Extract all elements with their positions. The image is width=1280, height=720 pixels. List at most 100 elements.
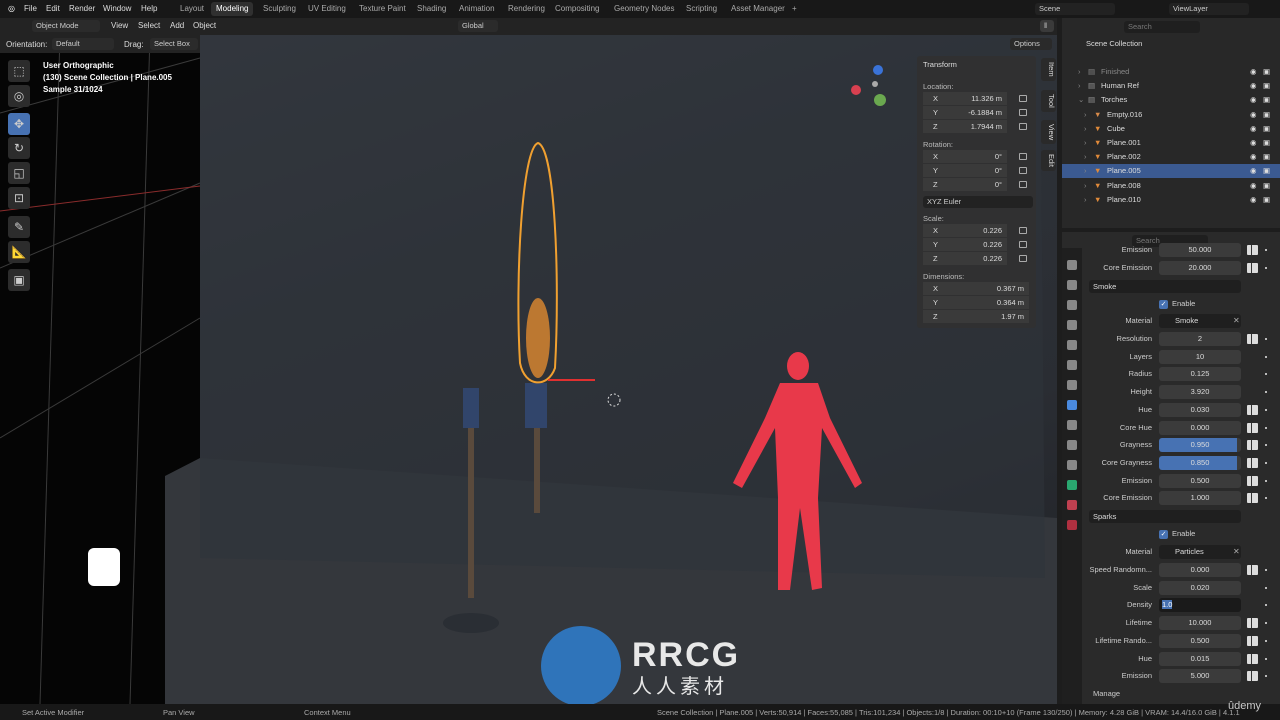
property-value-field[interactable]: 0.000 (1159, 420, 1241, 435)
expand-chevron-icon[interactable]: › (1084, 122, 1087, 136)
menu-select[interactable]: Select (138, 21, 160, 30)
animate-dot-icon[interactable] (1265, 461, 1267, 464)
outliner-item-plane-002[interactable]: › ▼ Plane.002 ◉ ▣ (1062, 150, 1280, 164)
scale-x-field[interactable]: X 0.226 (923, 224, 1007, 237)
view-layer-selector[interactable]: ViewLayer (1169, 3, 1249, 15)
animate-dot-icon[interactable] (1265, 604, 1267, 607)
tab-layout[interactable]: Layout (175, 2, 209, 16)
property-value-field[interactable]: 20.000 (1159, 261, 1241, 275)
outliner-item-torches[interactable]: ⌄ ▤ Torches ◉ ▣ (1062, 93, 1280, 107)
render-camera-icon[interactable]: ▣ (1263, 136, 1270, 150)
property-value-field[interactable]: 0.015 (1159, 651, 1241, 666)
scale-tool[interactable]: ◱ (8, 162, 30, 184)
expand-chevron-icon[interactable]: › (1084, 193, 1087, 207)
rotation-mode-dropdown[interactable]: XYZ Euler (923, 196, 1033, 208)
tab-sculpting[interactable]: Sculpting (258, 2, 301, 16)
rotate-tool[interactable]: ↻ (8, 137, 30, 159)
add-workspace-button[interactable]: + (787, 2, 802, 16)
expand-chevron-icon[interactable]: › (1078, 65, 1081, 79)
animate-dot-icon[interactable] (1265, 426, 1267, 429)
tab-uv-editing[interactable]: UV Editing (303, 2, 351, 16)
keyframe-icon[interactable] (1247, 334, 1258, 344)
keyframe-icon[interactable] (1247, 618, 1258, 629)
property-value-field[interactable]: 0.500 (1159, 473, 1241, 488)
animate-dot-icon[interactable] (1265, 249, 1267, 251)
checkbox-checked-icon[interactable]: ✓ (1159, 530, 1168, 539)
tab-particles-icon[interactable] (1067, 420, 1077, 430)
tab-tool[interactable]: Tool (1041, 90, 1056, 112)
tab-rendering[interactable]: Rendering (503, 2, 550, 16)
animate-dot-icon[interactable] (1265, 391, 1267, 394)
dimensions-y-field[interactable]: Y 0.364 m (923, 296, 1029, 309)
properties-tabs[interactable] (1062, 248, 1082, 704)
options-button[interactable]: Options (1010, 38, 1052, 50)
keyframe-icon[interactable] (1247, 263, 1258, 273)
material-selector[interactable]: Smoke (1159, 314, 1241, 328)
render-camera-icon[interactable]: ▣ (1263, 122, 1270, 136)
tab-object-icon[interactable] (1067, 380, 1077, 390)
keyframe-icon[interactable] (1247, 635, 1258, 646)
keyframe-icon[interactable] (1247, 493, 1258, 504)
animate-dot-icon[interactable] (1265, 586, 1267, 589)
animate-dot-icon[interactable] (1265, 622, 1267, 625)
outliner-item-plane-008[interactable]: › ▼ Plane.008 ◉ ▣ (1062, 179, 1280, 193)
menu-object[interactable]: Object (193, 21, 216, 30)
measure-tool[interactable]: 📐 (8, 241, 30, 263)
property-value-field[interactable]: 0.950 (1159, 438, 1241, 453)
clear-material-icon[interactable]: ✕ (1233, 316, 1240, 325)
property-value-field[interactable]: 1.0 (1159, 598, 1241, 613)
menu-render[interactable]: Render (69, 4, 95, 13)
lock-icon[interactable] (1019, 109, 1027, 116)
visibility-eye-icon[interactable]: ◉ (1250, 65, 1257, 79)
menu-edit[interactable]: Edit (46, 4, 60, 13)
outliner-item-finished[interactable]: › ▤ Finished ◉ ▣ (1062, 65, 1280, 79)
tab-shading[interactable]: Shading (412, 2, 451, 16)
tab-geometry-nodes[interactable]: Geometry Nodes (609, 2, 679, 16)
tab-data-icon[interactable] (1067, 480, 1077, 490)
tab-scene-icon[interactable] (1067, 340, 1077, 350)
tab-modeling[interactable]: Modeling (211, 2, 254, 16)
keyframe-icon[interactable] (1247, 457, 1258, 468)
render-camera-icon[interactable]: ▣ (1263, 108, 1270, 122)
move-tool[interactable]: ✥ (8, 113, 30, 135)
rotation-x-field[interactable]: X 0° (923, 150, 1007, 163)
tab-render-icon[interactable] (1067, 280, 1077, 290)
property-value-field[interactable]: 10 (1159, 349, 1241, 364)
visibility-eye-icon[interactable]: ◉ (1250, 150, 1257, 164)
3d-viewport[interactable]: Object Mode View Select Add Object Globa… (0, 18, 1057, 704)
location-x-field[interactable]: X 11.326 m (923, 92, 1007, 105)
animate-dot-icon[interactable] (1265, 657, 1267, 660)
animate-dot-icon[interactable] (1265, 675, 1267, 678)
transform-title[interactable]: Transform (923, 60, 957, 69)
menu-view[interactable]: View (111, 21, 128, 30)
sparks-section-header[interactable]: Sparks (1089, 510, 1241, 523)
tab-view[interactable]: View (1041, 120, 1056, 145)
expand-chevron-icon[interactable]: › (1078, 79, 1081, 93)
clear-material-icon[interactable]: ✕ (1233, 547, 1240, 556)
manage-panel-toggle[interactable]: Manage (1093, 689, 1120, 698)
mode-selector[interactable]: Object Mode (32, 20, 100, 32)
property-value-field[interactable]: 0.850 (1159, 455, 1241, 470)
animate-dot-icon[interactable] (1265, 355, 1267, 358)
scale-y-field[interactable]: Y 0.226 (923, 238, 1007, 251)
location-y-field[interactable]: Y -6.1884 m (923, 106, 1007, 119)
animate-dot-icon[interactable] (1265, 444, 1267, 447)
dimensions-z-field[interactable]: Z 1.97 m (923, 310, 1029, 323)
property-value-field[interactable]: 5.000 (1159, 669, 1241, 684)
property-value-field[interactable]: 2 (1159, 332, 1241, 346)
scale-z-field[interactable]: Z 0.226 (923, 252, 1007, 265)
menu-add[interactable]: Add (170, 21, 184, 30)
keyframe-icon[interactable] (1247, 245, 1258, 255)
visibility-eye-icon[interactable]: ◉ (1250, 108, 1257, 122)
property-value-field[interactable]: 0.125 (1159, 367, 1241, 382)
visibility-eye-icon[interactable]: ◉ (1250, 136, 1257, 150)
keyframe-icon[interactable] (1247, 404, 1258, 415)
tab-asset-manager[interactable]: Asset Manager (726, 2, 790, 16)
expand-chevron-icon[interactable]: › (1084, 108, 1087, 122)
sparks-enable-checkbox[interactable]: ✓ Enable (1082, 527, 1280, 541)
tab-physics-icon[interactable] (1067, 440, 1077, 450)
tab-animation[interactable]: Animation (454, 2, 500, 16)
expand-chevron-icon[interactable]: › (1084, 179, 1087, 193)
animate-dot-icon[interactable] (1265, 497, 1267, 500)
render-camera-icon[interactable]: ▣ (1263, 193, 1270, 207)
